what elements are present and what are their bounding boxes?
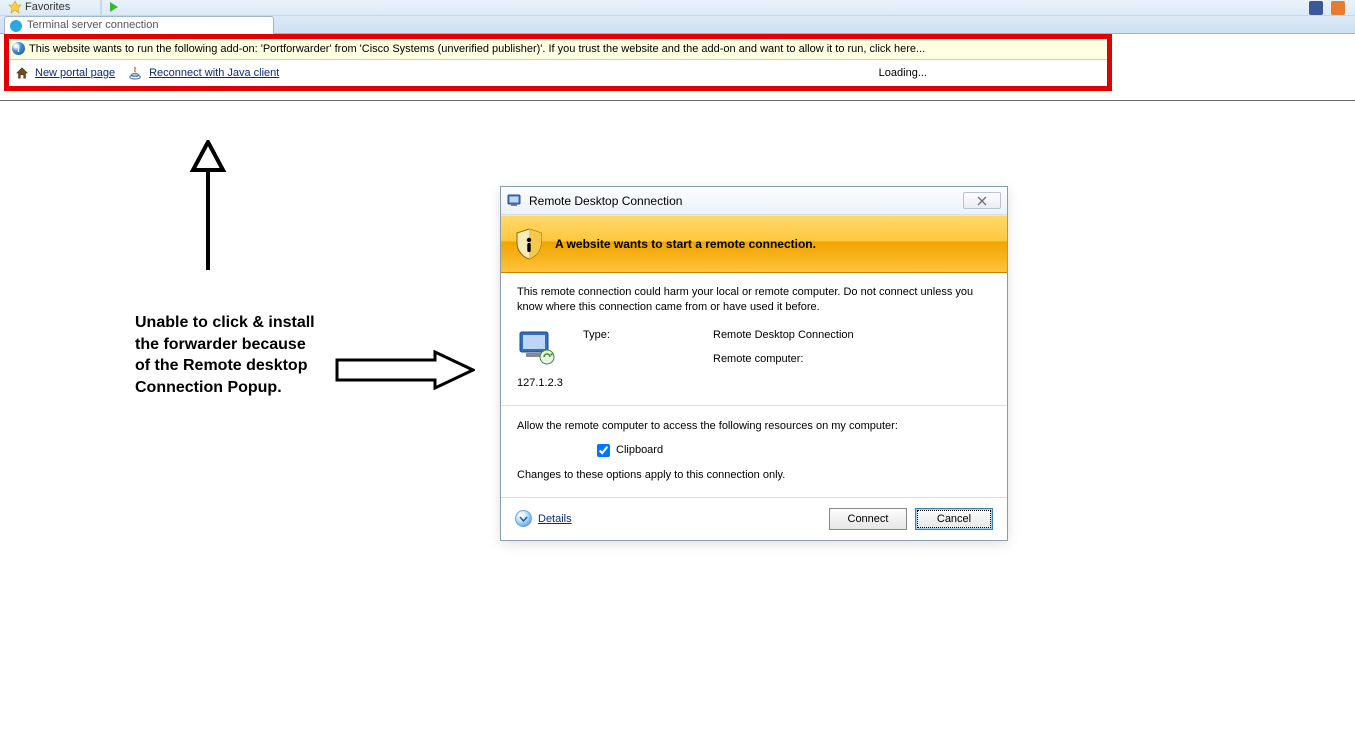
toolbar-right <box>1309 1 1345 15</box>
remote-value: 127.1.2.3 <box>517 377 573 389</box>
dialog-titlebar[interactable]: Remote Desktop Connection <box>501 187 1007 215</box>
banner-text: A website wants to start a remote connec… <box>555 237 816 251</box>
info-icon: i <box>12 42 25 55</box>
addon-infobar[interactable]: i This website wants to run the followin… <box>9 39 1107 60</box>
annotation-text: Unable to click & install the forwarder … <box>135 312 325 398</box>
rdc-title-icon <box>507 193 523 209</box>
page-links-row: New portal page Reconnect with Java clie… <box>9 60 1107 86</box>
clipboard-label: Clipboard <box>616 444 663 456</box>
tab-title: Terminal server connection <box>27 19 158 31</box>
dialog-body-resources: Allow the remote computer to access the … <box>501 406 1007 498</box>
toolbar-item[interactable] <box>110 2 118 12</box>
cancel-button[interactable]: Cancel <box>915 508 993 530</box>
tab-favicon-icon <box>10 20 22 32</box>
java-icon <box>127 65 143 81</box>
home-icon <box>15 66 29 80</box>
remote-label: Remote computer: <box>713 353 991 365</box>
dialog-description: This remote connection could harm your l… <box>517 285 991 315</box>
shield-icon <box>515 228 543 260</box>
warning-banner: A website wants to start a remote connec… <box>501 215 1007 273</box>
favorites-bar: Favorites <box>8 0 70 14</box>
browser-tab[interactable]: Terminal server connection <box>4 16 274 34</box>
tab-strip: Terminal server connection <box>0 16 1355 34</box>
reconnect-link[interactable]: Reconnect with Java client <box>149 67 279 79</box>
browser-toolbar: Favorites <box>0 0 1355 16</box>
new-portal-link[interactable]: New portal page <box>35 67 115 79</box>
star-icon <box>8 0 22 14</box>
clipboard-option[interactable]: Clipboard <box>597 444 991 457</box>
infobar-text: This website wants to run the following … <box>29 43 925 55</box>
dialog-title: Remote Desktop Connection <box>529 194 682 208</box>
highlight-box: i This website wants to run the followin… <box>4 34 1112 91</box>
dialog-footer: Details Connect Cancel <box>501 498 1007 540</box>
rdc-dialog: Remote Desktop Connection A website want… <box>500 186 1008 541</box>
type-label: Type: <box>583 329 703 341</box>
arrow-right-icon <box>335 350 475 390</box>
facebook-icon[interactable] <box>1309 1 1323 15</box>
clipboard-checkbox[interactable] <box>597 444 610 457</box>
toolbar-divider <box>100 0 102 15</box>
page-divider <box>0 100 1355 101</box>
connect-button[interactable]: Connect <box>829 508 907 530</box>
loading-text: Loading... <box>879 67 927 79</box>
allow-text: Allow the remote computer to access the … <box>517 420 991 432</box>
computer-icon <box>517 329 557 367</box>
feed-icon[interactable] <box>1331 1 1345 15</box>
type-value: Remote Desktop Connection <box>713 329 991 341</box>
details-link[interactable]: Details <box>515 510 572 527</box>
close-icon <box>977 196 987 206</box>
apply-text: Changes to these options apply to this c… <box>517 469 991 481</box>
favorites-label: Favorites <box>25 1 70 13</box>
dialog-close-button[interactable] <box>963 192 1001 209</box>
details-label: Details <box>538 513 572 525</box>
chevron-down-icon <box>515 510 532 527</box>
arrow-icon <box>110 2 118 12</box>
arrow-up-icon <box>183 140 233 270</box>
dialog-body-info: This remote connection could harm your l… <box>501 273 1007 406</box>
